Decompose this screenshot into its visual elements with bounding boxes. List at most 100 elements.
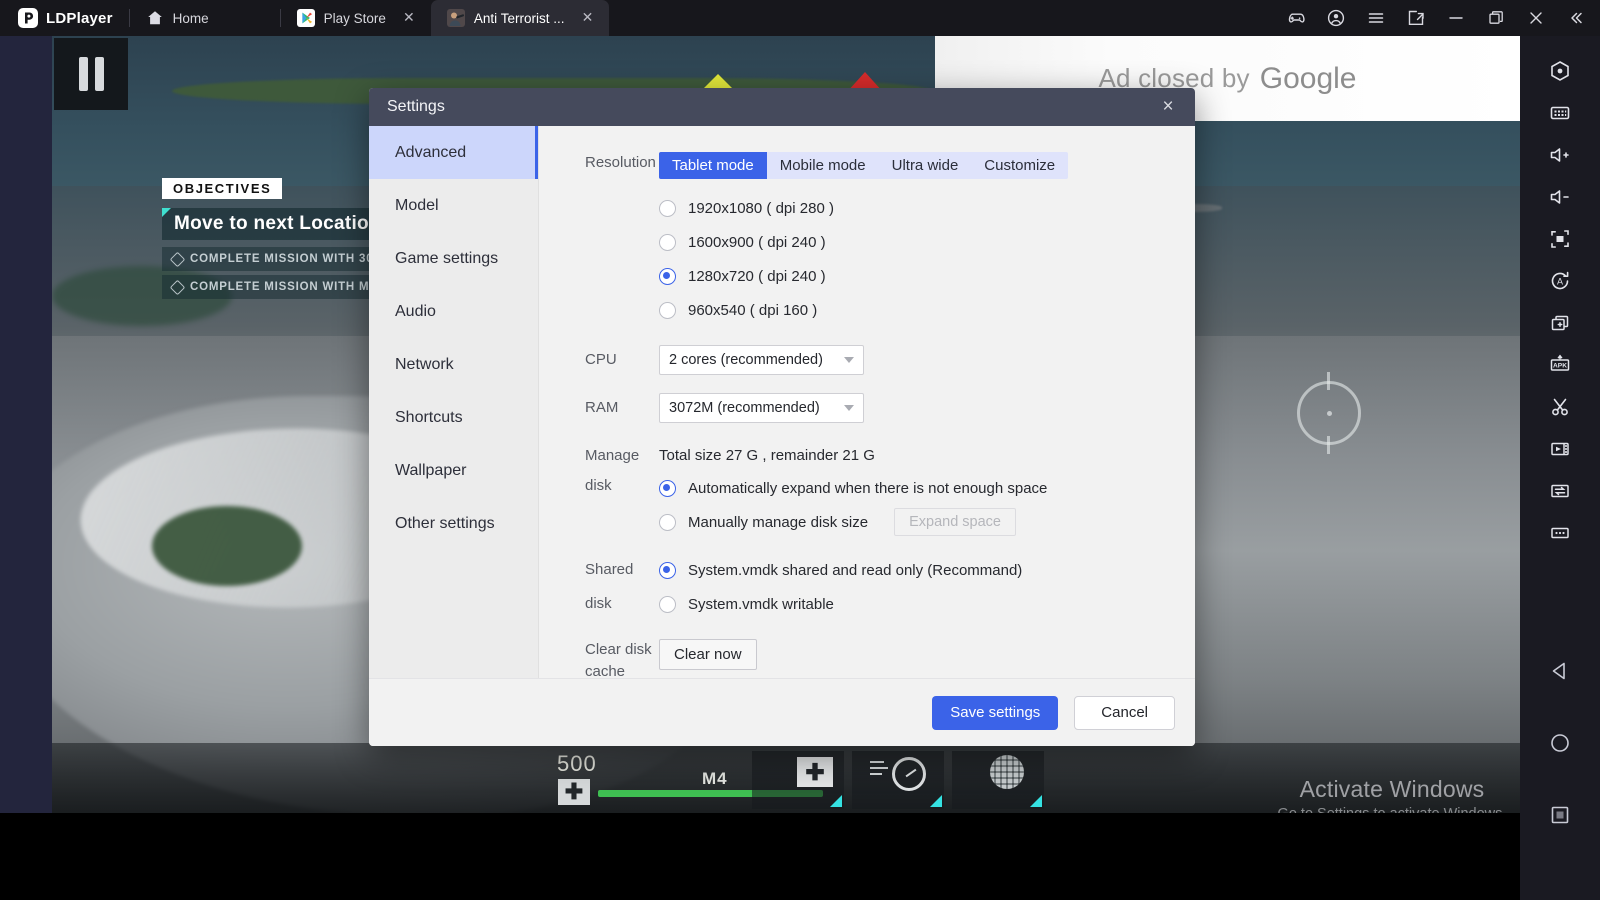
- brand-name: LDPlayer: [46, 10, 113, 27]
- sidebar-item-game-settings[interactable]: Game settings: [369, 232, 538, 285]
- clear-disk-cache-label: Clear disk cache: [539, 639, 659, 678]
- sidebar-item-advanced[interactable]: Advanced: [369, 126, 538, 179]
- resolution-row: Resolution Tablet mode Mobile mode Ultra…: [539, 152, 1195, 327]
- svg-text:A: A: [1557, 277, 1563, 287]
- radio-icon[interactable]: [659, 200, 676, 217]
- shared-disk-label: Shared disk: [539, 553, 659, 621]
- radio-label: Automatically expand when there is not e…: [688, 480, 1047, 497]
- sidebar-item-network[interactable]: Network: [369, 338, 538, 391]
- close-icon[interactable]: ✕: [401, 10, 417, 26]
- scissors-icon[interactable]: [1537, 386, 1583, 428]
- sidebar-item-wallpaper[interactable]: Wallpaper: [369, 444, 538, 497]
- sidebar-item-model[interactable]: Model: [369, 179, 538, 232]
- left-rail: [0, 36, 52, 813]
- ram-label: RAM: [539, 393, 659, 423]
- shared-disk-option-readonly[interactable]: System.vmdk shared and read only (Recomm…: [659, 553, 1195, 587]
- record-icon[interactable]: [1537, 50, 1583, 92]
- game-bush: [152, 506, 302, 586]
- disk-option-auto-expand[interactable]: Automatically expand when there is not e…: [659, 471, 1195, 505]
- ldplayer-logo-icon: [18, 8, 38, 28]
- crosshair-icon: [1297, 381, 1361, 445]
- account-icon[interactable]: [1316, 0, 1356, 36]
- new-instance-icon[interactable]: [1537, 302, 1583, 344]
- menu-icon[interactable]: [1356, 0, 1396, 36]
- sidebar-item-label: Audio: [395, 303, 436, 321]
- maximize-button[interactable]: [1476, 0, 1516, 36]
- volume-down-icon[interactable]: [1537, 176, 1583, 218]
- tab-home[interactable]: Home: [130, 0, 280, 36]
- ammo-add-button[interactable]: ✚: [558, 779, 590, 805]
- gamepad-icon[interactable]: [1276, 0, 1316, 36]
- video-record-icon[interactable]: [1537, 428, 1583, 470]
- resolution-option-960x540[interactable]: 960x540 ( dpi 160 ): [659, 293, 1195, 327]
- dialog-body: Advanced Model Game settings Audio Netwo…: [369, 126, 1195, 678]
- pause-button[interactable]: [54, 38, 128, 110]
- tab-tablet-mode[interactable]: Tablet mode: [659, 152, 767, 179]
- clear-disk-cache-label-line1: Clear disk: [585, 639, 659, 661]
- resolution-option-1280x720[interactable]: 1280x720 ( dpi 240 ): [659, 259, 1195, 293]
- cpu-select[interactable]: 2 cores (recommended): [659, 345, 864, 375]
- cpu-select-value: 2 cores (recommended): [669, 352, 823, 368]
- save-settings-button[interactable]: Save settings: [932, 696, 1058, 730]
- sidebar-item-label: Network: [395, 356, 454, 374]
- play-store-icon: [297, 9, 315, 27]
- keyboard-mapping-icon[interactable]: [1537, 92, 1583, 134]
- android-nav-buttons: [1520, 650, 1600, 836]
- game-icon: [447, 9, 465, 27]
- fullscreen-icon[interactable]: [1537, 218, 1583, 260]
- objective-bullet-icon: [170, 251, 186, 267]
- minimize-button[interactable]: [1436, 0, 1476, 36]
- game-hud: 500 ✚ M4 ✚: [52, 743, 1520, 813]
- window-controls: [1276, 0, 1600, 36]
- tab-customize[interactable]: Customize: [971, 152, 1068, 179]
- radio-icon-selected[interactable]: [659, 480, 676, 497]
- app-root: OBJECTIVES Move to next Location COMPLET…: [0, 0, 1600, 900]
- sidebar-item-other-settings[interactable]: Other settings: [369, 497, 538, 550]
- radio-icon[interactable]: [659, 302, 676, 319]
- ram-select[interactable]: 3072M (recommended): [659, 393, 864, 423]
- android-back-icon[interactable]: [1537, 650, 1583, 692]
- home-icon: [146, 9, 164, 27]
- chevron-down-icon: [844, 405, 854, 411]
- grenade-icon[interactable]: [990, 755, 1024, 789]
- medkit-icon[interactable]: ✚: [797, 757, 833, 787]
- shared-disk-row: Shared disk System.vmdk shared and read …: [539, 553, 1195, 621]
- brand: LDPlayer: [0, 0, 129, 36]
- multi-instance-icon[interactable]: [1396, 0, 1436, 36]
- resolution-option-1600x900[interactable]: 1600x900 ( dpi 240 ): [659, 225, 1195, 259]
- tab-ultra-wide[interactable]: Ultra wide: [879, 152, 972, 179]
- radio-icon[interactable]: [659, 596, 676, 613]
- auto-rotate-icon[interactable]: A: [1537, 260, 1583, 302]
- android-home-icon[interactable]: [1537, 722, 1583, 764]
- radio-icon-selected[interactable]: [659, 268, 676, 285]
- tab-anti-terrorist[interactable]: Anti Terrorist ... ✕: [431, 0, 610, 36]
- disk-option-manual[interactable]: Manually manage disk size Expand space: [659, 505, 1195, 539]
- tab-anti-terrorist-label: Anti Terrorist ...: [474, 11, 565, 26]
- radio-icon[interactable]: [659, 514, 676, 531]
- more-options-icon[interactable]: [1537, 512, 1583, 554]
- sidebar-item-audio[interactable]: Audio: [369, 285, 538, 338]
- radio-icon-selected[interactable]: [659, 562, 676, 579]
- manage-disk-label: Manage disk: [539, 441, 659, 539]
- close-icon[interactable]: ✕: [579, 10, 595, 26]
- radio-icon[interactable]: [659, 234, 676, 251]
- close-button[interactable]: [1516, 0, 1556, 36]
- sidebar-item-shortcuts[interactable]: Shortcuts: [369, 391, 538, 444]
- volume-up-icon[interactable]: [1537, 134, 1583, 176]
- tab-play-store-label: Play Store: [324, 11, 386, 26]
- android-recents-icon[interactable]: [1537, 794, 1583, 836]
- resolution-option-1920x1080[interactable]: 1920x1080 ( dpi 280 ): [659, 191, 1195, 225]
- dialog-close-icon[interactable]: ×: [1153, 92, 1183, 122]
- manage-disk-row: Manage disk Total size 27 G , remainder …: [539, 441, 1195, 539]
- shared-folder-icon[interactable]: [1537, 470, 1583, 512]
- tab-home-label: Home: [173, 11, 209, 26]
- scope-icon[interactable]: [892, 757, 926, 791]
- cancel-button[interactable]: Cancel: [1074, 696, 1175, 730]
- install-apk-icon[interactable]: APK: [1537, 344, 1583, 386]
- shared-disk-option-writable[interactable]: System.vmdk writable: [659, 587, 1195, 621]
- tab-play-store[interactable]: Play Store ✕: [281, 0, 431, 36]
- tab-mobile-mode[interactable]: Mobile mode: [767, 152, 879, 179]
- clear-now-button[interactable]: Clear now: [659, 639, 757, 670]
- collapse-sidebar-button[interactable]: [1556, 0, 1596, 36]
- svg-text:APK: APK: [1553, 363, 1567, 370]
